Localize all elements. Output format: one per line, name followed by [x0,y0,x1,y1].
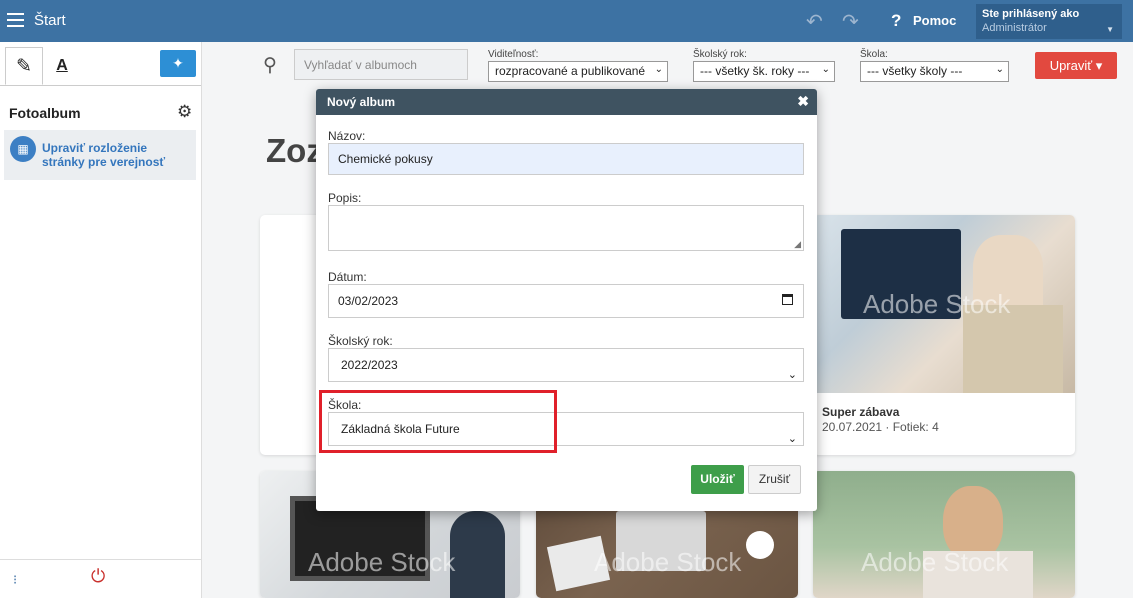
name-value: Chemické pokusy [338,152,433,166]
save-button[interactable]: Uložiť [691,465,744,494]
user-status-text: Ste prihlásený ako [982,8,1080,20]
sidebar-footer-divider [0,559,201,560]
school-year-label: Školský rok: [328,334,393,348]
caret-down-icon: ▾ [1095,58,1103,73]
edit-button-label: Upraviť [1049,58,1093,73]
chevron-down-icon: ⌄ [821,64,830,75]
date-field[interactable]: 03/02/2023 [328,284,804,318]
calendar-icon[interactable] [782,294,793,305]
sidebar-heading: Fotoalbum [9,105,81,121]
page-title: Zoz [266,132,323,169]
person-shape [450,511,505,598]
sidebar-item-label: Upraviť rozloženie stránky pre verejnosť [42,141,166,169]
description-field[interactable]: ◢ [328,205,804,251]
close-icon[interactable]: ✖ [797,93,809,110]
name-label: Názov: [328,129,366,143]
school-year-value: 2022/2023 [341,358,398,372]
help-link[interactable]: Pomoc [913,13,956,28]
pencil-icon: ✎ [16,56,32,77]
date-label: Dátum: [328,270,367,284]
school-filter-value: --- všetky školy --- [867,64,963,78]
app-title[interactable]: Štart [34,12,66,29]
dialog-header: Nový album ✖ [316,89,817,115]
cancel-button[interactable]: Zrušiť [748,465,801,494]
help-icon[interactable]: ? [891,11,901,31]
tab-divider [0,85,201,86]
top-bar: Štart ↶ ↷ ? Pomoc Ste prihlásený ako Adm… [0,0,1133,42]
year-filter-value: --- všetky šk. roky --- [700,64,810,78]
chevron-down-icon: ▼ [1106,25,1114,34]
dialog-title: Nový album [327,95,396,109]
chevron-down-icon: ⌄ [787,369,797,381]
name-field[interactable]: Chemické pokusy [328,143,804,175]
visibility-label: Viditeľnosť: [488,49,539,60]
info-icon[interactable]: ⁝ [13,572,17,588]
tab-text[interactable]: A [43,47,81,85]
date-value: 03/02/2023 [338,294,399,308]
watermark-text: Adobe Stock [594,547,742,577]
highlight-annotation [319,390,557,453]
gear-icon[interactable]: ⚙ [177,102,192,122]
user-role: Administrátor [982,22,1047,34]
album-cover-image[interactable]: Adobe Stock [813,471,1075,598]
visibility-value: rozpracované a publikované [495,64,646,78]
album-card[interactable]: Adobe Stock [813,471,1075,598]
tab-edit[interactable]: ✎ [5,47,43,85]
watermark-text: Adobe Stock [308,547,456,577]
power-icon[interactable]: ⏻ [91,566,105,587]
hamburger-menu-icon[interactable] [7,13,24,27]
user-menu[interactable]: Ste prihlásený ako Administrátor ▼ [976,4,1122,39]
album-cover-image[interactable]: Adobe Stock [813,215,1075,393]
magic-wand-icon: ✦ [172,55,184,71]
watermark-text: Adobe Stock [861,547,1009,577]
sidebar-item-layout[interactable]: ▦ Upraviť rozloženie stránky pre verejno… [4,130,196,180]
description-label: Popis: [328,191,362,205]
album-title[interactable]: Super zábava [822,405,899,419]
year-filter-label: Školský rok: [693,49,747,60]
cup-shape [746,531,774,559]
school-filter-label: Škola: [860,49,888,60]
visibility-select[interactable]: rozpracované a publikované ⌄ [488,61,668,82]
chevron-down-icon: ⌄ [787,433,797,445]
watermark-text: Adobe Stock [863,289,1011,319]
sidebar: ✎ A ✦ Fotoalbum ⚙ ▦ Upraviť rozloženie s… [0,42,202,598]
school-year-select[interactable]: 2022/2023 ⌄ [328,348,804,382]
year-filter-select[interactable]: --- všetky šk. roky --- ⌄ [693,61,835,82]
undo-icon[interactable]: ↶ [806,9,823,34]
search-icon[interactable]: ⚲ [263,54,277,77]
album-card[interactable]: Adobe Stock Super zábava 20.07.2021 · Fo… [813,215,1075,455]
edit-button[interactable]: Upraviť ▾ [1035,52,1117,79]
resize-handle-icon[interactable]: ◢ [794,239,801,250]
redo-icon[interactable]: ↷ [842,9,859,34]
magic-wand-button[interactable]: ✦ [160,50,196,77]
text-format-icon: A [56,57,68,74]
school-filter-select[interactable]: --- všetky školy --- ⌄ [860,61,1009,82]
layout-grid-icon: ▦ [10,136,36,162]
chevron-down-icon: ⌄ [995,64,1004,75]
album-meta: 20.07.2021 · Fotiek: 4 [822,420,939,434]
search-input[interactable] [294,49,468,80]
chevron-down-icon: ⌄ [654,64,663,75]
